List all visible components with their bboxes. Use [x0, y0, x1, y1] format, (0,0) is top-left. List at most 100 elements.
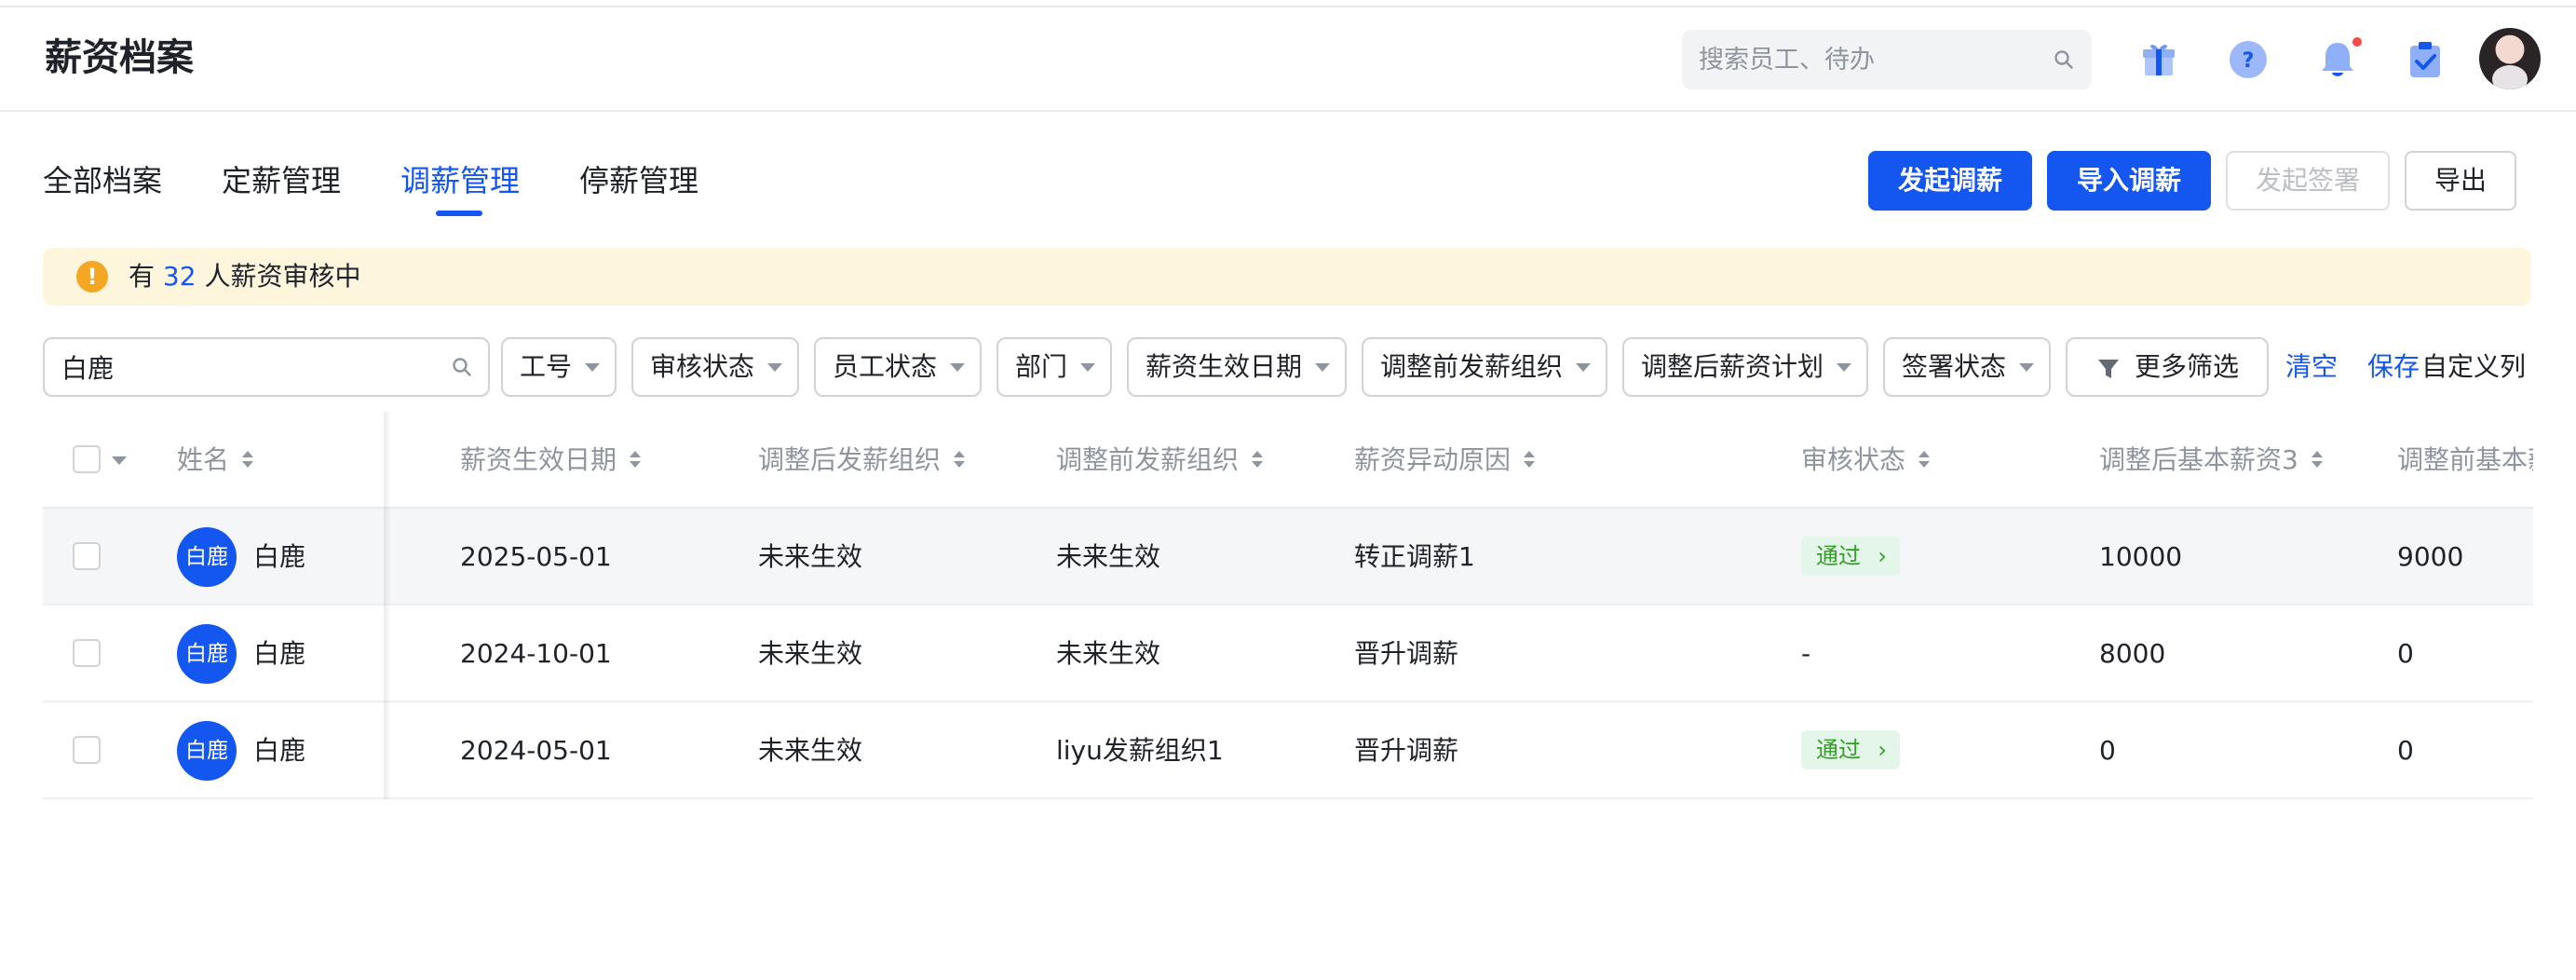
cell-org-after: 未来生效 — [758, 735, 863, 766]
top-border — [0, 0, 2576, 7]
sort-icon[interactable] — [628, 448, 643, 470]
col-name-label: 姓名 — [177, 444, 230, 475]
cell-name[interactable]: 白鹿 — [253, 633, 305, 674]
cell-org-after: 未来生效 — [758, 541, 863, 572]
filter-employee-status-label: 员工状态 — [833, 351, 938, 382]
sort-icon[interactable] — [952, 448, 967, 470]
filter-effective-date[interactable]: 薪资生效日期 — [1127, 337, 1347, 397]
more-filters-button[interactable]: 更多筛选 — [2066, 337, 2269, 397]
col-name[interactable]: 姓名 — [177, 440, 255, 481]
col-org-before[interactable]: 调整前发薪组织 — [1056, 440, 1265, 481]
customize-columns-link[interactable]: 自定义列 — [2421, 347, 2526, 388]
table-row[interactable]: 白鹿 白鹿 2025-05-01 未来生效 未来生效 转正调薪1 通过 › 100… — [43, 509, 2533, 606]
cell-salary-before: 9000 — [2397, 541, 2464, 572]
table-row[interactable]: 白鹿 白鹿 2024-10-01 未来生效 未来生效 晋升调薪 - 8000 0 — [43, 606, 2533, 702]
filter-employee-id-label: 工号 — [520, 351, 573, 382]
start-sign-button[interactable]: 发起签署 — [2226, 151, 2390, 211]
cell-name[interactable]: 白鹿 — [253, 730, 305, 771]
filter-review-status[interactable]: 审核状态 — [631, 337, 799, 397]
col-review-status[interactable]: 审核状态 — [1801, 440, 1932, 481]
help-icon[interactable]: ? — [2226, 37, 2271, 82]
search-icon[interactable] — [2053, 48, 2075, 71]
avatar: 白鹿 — [177, 624, 237, 684]
start-adjustment-button[interactable]: 发起调薪 — [1868, 151, 2032, 211]
chevron-down-icon — [1315, 363, 1330, 372]
sort-icon[interactable] — [1250, 448, 1265, 470]
col-review-status-label: 审核状态 — [1801, 444, 1906, 475]
cell-salary-before: 0 — [2397, 638, 2414, 669]
avatar: 白鹿 — [177, 721, 237, 781]
select-all-checkbox[interactable] — [73, 445, 101, 473]
table-row[interactable]: 白鹿 白鹿 2024-05-01 未来生效 liyu发薪组织1 晋升调薪 通过 ›… — [43, 702, 2533, 799]
filter-plan-after[interactable]: 调整后薪资计划 — [1622, 337, 1868, 397]
chevron-down-icon — [1080, 363, 1095, 372]
cell-name[interactable]: 白鹿 — [253, 537, 305, 578]
chevron-down-icon — [767, 363, 782, 372]
sort-icon[interactable] — [2310, 448, 2325, 470]
name-search[interactable] — [43, 337, 490, 397]
filter-review-status-label: 审核状态 — [650, 351, 755, 382]
filter-employee-id[interactable]: 工号 — [501, 337, 617, 397]
gift-icon[interactable] — [2136, 37, 2181, 82]
global-search[interactable] — [1682, 30, 2092, 89]
sort-icon[interactable] — [240, 448, 255, 470]
cell-effective-date: 2025-05-01 — [460, 541, 612, 572]
cell-reason: 晋升调薪 — [1354, 735, 1459, 766]
clear-filters-link[interactable]: 清空 — [2285, 347, 2338, 388]
salary-adjustment-table: 姓名 薪资生效日期 调整后发薪组织 调整前发薪组织 薪资异动原因 审核状态 调整… — [43, 412, 2533, 799]
tab-all-archives[interactable]: 全部档案 — [43, 160, 162, 201]
name-search-input[interactable] — [61, 339, 434, 395]
task-icon[interactable] — [2403, 37, 2447, 82]
col-org-after[interactable]: 调整后发薪组织 — [758, 440, 967, 481]
review-notice: ! 有 32 人薪资审核中 — [43, 248, 2531, 306]
status-badge[interactable]: 通过 › — [1801, 537, 1900, 576]
filter-org-before[interactable]: 调整前发薪组织 — [1362, 337, 1607, 397]
table-header: 姓名 薪资生效日期 调整后发薪组织 调整前发薪组织 薪资异动原因 审核状态 调整… — [43, 412, 2533, 509]
chevron-down-icon — [1837, 363, 1851, 372]
global-search-input[interactable] — [1699, 30, 2043, 89]
cell-salary-after: 8000 — [2099, 638, 2166, 669]
cell-salary-before: 0 — [2397, 735, 2414, 766]
tab-fixed-salary[interactable]: 定薪管理 — [222, 160, 341, 201]
review-notice-text: 有 32 人薪资审核中 — [129, 259, 360, 294]
export-button[interactable]: 导出 — [2405, 151, 2516, 211]
row-checkbox[interactable] — [73, 542, 101, 570]
filter-department[interactable]: 部门 — [997, 337, 1112, 397]
row-checkbox[interactable] — [73, 736, 101, 764]
filter-employee-status[interactable]: 员工状态 — [814, 337, 982, 397]
page-header: 薪资档案 ? — [0, 7, 2576, 112]
notice-suffix: 人薪资审核中 — [204, 261, 361, 292]
save-filters-link[interactable]: 保存 — [2367, 347, 2420, 388]
user-avatar[interactable] — [2479, 28, 2541, 89]
select-menu-chevron-icon[interactable] — [112, 456, 127, 465]
notification-dot — [2351, 35, 2364, 48]
row-checkbox[interactable] — [73, 639, 101, 667]
filter-department-label: 部门 — [1015, 351, 1068, 382]
cell-org-before: 未来生效 — [1056, 638, 1161, 669]
status-badge-label: 通过 — [1816, 737, 1861, 763]
filter-sign-status[interactable]: 签署状态 — [1883, 337, 2051, 397]
chevron-down-icon — [950, 363, 965, 372]
search-icon[interactable] — [451, 356, 473, 378]
cell-effective-date: 2024-05-01 — [460, 735, 612, 766]
chevron-right-icon: › — [1878, 543, 1887, 569]
notice-count[interactable]: 32 — [163, 261, 197, 292]
sort-icon[interactable] — [1522, 448, 1537, 470]
funnel-icon — [2098, 360, 2119, 378]
notice-prefix: 有 — [129, 261, 156, 292]
status-badge[interactable]: 通过 › — [1801, 730, 1900, 769]
tab-salary-adjustment[interactable]: 调薪管理 — [400, 160, 520, 201]
tab-salary-suspension[interactable]: 停薪管理 — [579, 160, 698, 201]
col-reason[interactable]: 薪资异动原因 — [1354, 440, 1537, 481]
col-salary-after[interactable]: 调整后基本薪资3 — [2099, 440, 2325, 481]
salary-archive-page: 薪资档案 ? 全部档案 — [0, 0, 2576, 980]
chevron-down-icon — [2019, 363, 2034, 372]
col-salary-before[interactable]: 调整前基本薪资3 — [2397, 440, 2533, 481]
sort-icon[interactable] — [1917, 448, 1932, 470]
chevron-down-icon — [585, 363, 600, 372]
filter-sign-status-label: 签署状态 — [1902, 351, 2007, 382]
col-effective-date[interactable]: 薪资生效日期 — [460, 440, 643, 481]
page-title: 薪资档案 — [45, 36, 194, 79]
import-adjustment-button[interactable]: 导入调薪 — [2047, 151, 2211, 211]
cell-review-status: - — [1801, 638, 1811, 669]
